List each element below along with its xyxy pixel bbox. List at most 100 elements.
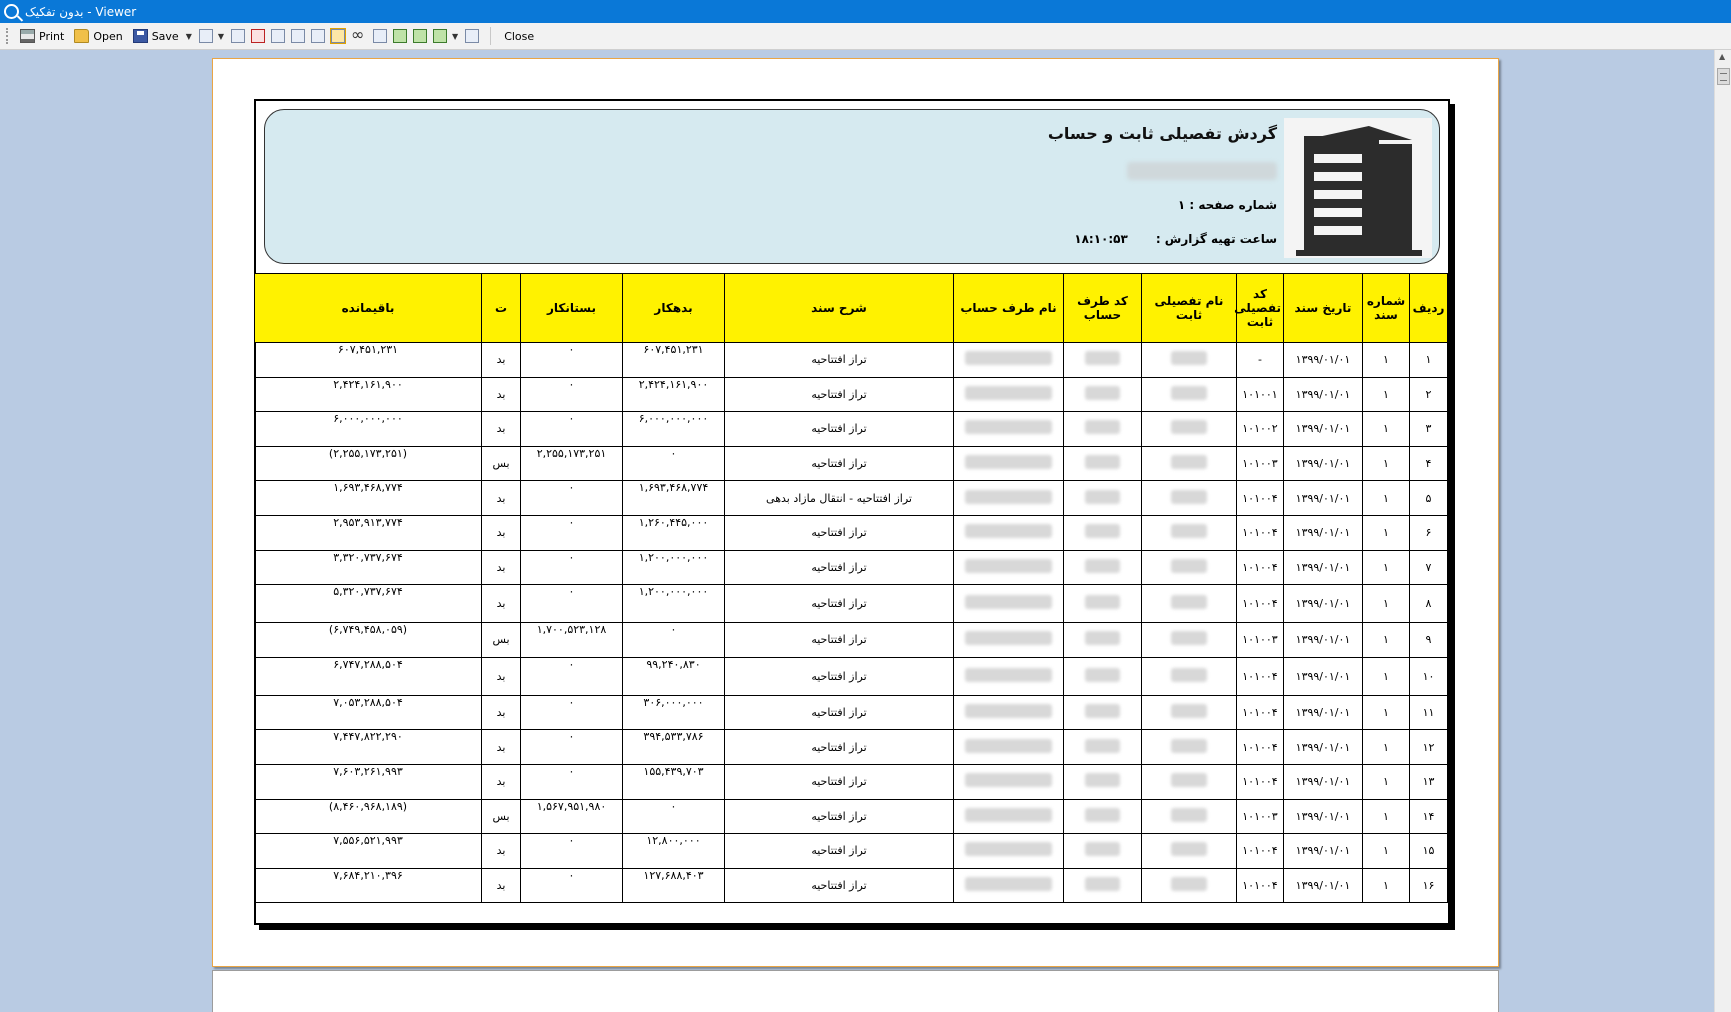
table-cell: ۱۳۹۹/۰۱/۰۱ (1283, 763, 1363, 800)
next-report-page (212, 970, 1499, 1012)
edit-icon[interactable] (271, 29, 286, 43)
table-cell: ۱ (1362, 656, 1410, 696)
redacted-text (964, 773, 1053, 788)
table-cell: ۱۰۱۰۰۴ (1236, 867, 1284, 904)
multi-page-icon[interactable] (433, 29, 448, 43)
redacted-cell (953, 411, 1064, 447)
save-dropdown-icon[interactable]: ▼ (186, 32, 192, 41)
open-button[interactable]: Open (69, 26, 127, 47)
find-binoculars-icon[interactable] (351, 29, 367, 43)
thumbnails-icon[interactable] (330, 28, 347, 44)
redacted-text (1171, 558, 1207, 573)
ledger-table: ردیف شماره سند تاریخ سند کد تفصیلی ثابت نام … (254, 273, 1448, 904)
redacted-cell (953, 584, 1064, 624)
table-cell: ۳ (1409, 411, 1448, 447)
redacted-cell (953, 763, 1064, 800)
full-screen-icon[interactable] (373, 29, 388, 43)
page-setup-icon[interactable] (291, 29, 306, 43)
redacted-cell (953, 833, 1064, 869)
table-cell: ۱۰۱۰۰۴ (1236, 763, 1284, 800)
delete-page-icon[interactable] (251, 29, 266, 43)
table-cell: تراز افتتاحیه (724, 445, 954, 482)
redacted-cell (1063, 514, 1142, 551)
save-label: Save (151, 29, 179, 43)
redacted-cell (953, 549, 1064, 586)
table-cell: ۱,۶۹۳,۴۶۸,۷۷۴ (622, 480, 725, 516)
redacted-cell (953, 867, 1064, 904)
table-cell: ۱ (1362, 694, 1410, 731)
redacted-text (1084, 558, 1121, 573)
table-cell: ۰ (520, 867, 623, 904)
table-cell: ۱۳۹۹/۰۱/۰۱ (1283, 798, 1363, 835)
table-cell: تراز افتتاحیه - انتقال مازاد بدهی (724, 480, 954, 516)
send-dropdown-icon[interactable]: ▼ (218, 32, 224, 41)
save-button[interactable]: Save (128, 26, 184, 47)
new-page-icon[interactable] (231, 29, 246, 43)
table-cell: ۱۳۹۹/۰۱/۰۱ (1283, 867, 1363, 904)
table-row: ۶ ۱ ۱۳۹۹/۰۱/۰۱ ۱۰۱۰۰۴ تراز افتتاحیه ۱,۲۶۰,۴۴۵… (254, 514, 1448, 551)
table-row: ۴ ۱ ۱۳۹۹/۰۱/۰۱ ۱۰۱۰۰۳ تراز افتتاحیه ۰ ۲,۲۵۵,۱۷… (254, 445, 1448, 482)
table-cell: ۱ (1362, 622, 1410, 658)
building-logo-icon (1284, 118, 1432, 258)
print-label: Print (39, 29, 65, 43)
zoom-icon[interactable] (465, 29, 480, 43)
redacted-text (1084, 738, 1121, 753)
column-header: بدهکار (622, 273, 725, 343)
redacted-cell (1063, 867, 1142, 904)
redacted-cell (1141, 445, 1237, 482)
toolbar-grip[interactable] (6, 28, 9, 44)
column-header: نام طرف حساب (953, 273, 1064, 343)
redacted-text (1171, 807, 1207, 822)
print-button[interactable]: Print (15, 26, 69, 47)
table-cell: ۱۰۱۰۰۳ (1236, 622, 1284, 658)
two-pages-icon[interactable] (413, 29, 428, 43)
table-cell: ۱۲۷,۶۸۸,۴۰۳ (622, 867, 725, 904)
table-cell: ۲,۲۵۵,۱۷۳,۲۵۱ (520, 445, 623, 482)
redacted-cell (1063, 411, 1142, 447)
table-cell: ۰ (622, 798, 725, 835)
table-row: ۱ ۱ ۱۳۹۹/۰۱/۰۱- تراز افتتاحیه ۶۰۷,۴۵۱,۲۳۱ ۰ بد… (254, 342, 1448, 378)
table-cell: ۱۳۹۹/۰۱/۰۱ (1283, 411, 1363, 447)
table-cell: ۰ (520, 514, 623, 551)
table-cell: ۲ (1409, 376, 1448, 413)
one-page-icon[interactable] (393, 29, 408, 43)
close-button[interactable]: Close (499, 26, 539, 47)
bookmarks-icon[interactable] (311, 29, 326, 43)
table-cell: ۱۳۹۹/۰۱/۰۱ (1283, 376, 1363, 413)
redacted-cell (953, 480, 1064, 516)
table-cell: ۹۹,۲۴۰,۸۳۰ (622, 656, 725, 696)
redacted-cell (1141, 584, 1237, 624)
redacted-text (964, 738, 1053, 753)
table-cell: ۰ (520, 729, 623, 765)
table-cell: تراز افتتاحیه (724, 622, 954, 658)
column-header: نام تفصیلی ثابت (1141, 273, 1237, 343)
table-cell: ۱۶ (1409, 867, 1448, 904)
report-time-label: ساعت تهیه گزارش : (1155, 232, 1277, 246)
redacted-text (1084, 385, 1121, 400)
scroll-up-icon[interactable]: ▲ (1719, 52, 1725, 61)
vertical-scrollbar[interactable]: ▲ (1714, 50, 1731, 1012)
table-cell: تراز افتتاحیه (724, 798, 954, 835)
table-cell: ۶۰۷,۴۵۱,۲۳۱ (622, 342, 725, 378)
table-cell: ۱۲,۸۰۰,۰۰۰ (622, 833, 725, 869)
save-disk-icon (132, 29, 148, 43)
table-row: ۵ ۱ ۱۳۹۹/۰۱/۰۱ ۱۰۱۰۰۴ تراز افتتاحیه - انتقال… (254, 480, 1448, 516)
table-cell: ۱ (1362, 549, 1410, 586)
redacted-cell (1063, 622, 1142, 658)
table-cell: ۲,۹۵۳,۹۱۳,۷۷۴ (254, 514, 482, 551)
table-cell: ۱ (1362, 411, 1410, 447)
send-icon[interactable] (198, 29, 213, 43)
window-title: بدون تفکیک - Viewer (25, 4, 137, 19)
table-cell: ۴ (1409, 445, 1448, 482)
redacted-text (964, 842, 1053, 857)
redacted-text (964, 704, 1053, 719)
redacted-text (1084, 773, 1121, 788)
redacted-cell (1141, 622, 1237, 658)
zoom-dropdown-icon[interactable]: ▼ (452, 32, 458, 41)
page-number-label: شماره صفحه : (1189, 198, 1277, 212)
redacted-text (1171, 489, 1207, 504)
scroll-thumb[interactable] (1717, 68, 1730, 85)
redacted-text (1171, 385, 1207, 400)
redacted-cell (1141, 798, 1237, 835)
column-header: ت (481, 273, 521, 343)
